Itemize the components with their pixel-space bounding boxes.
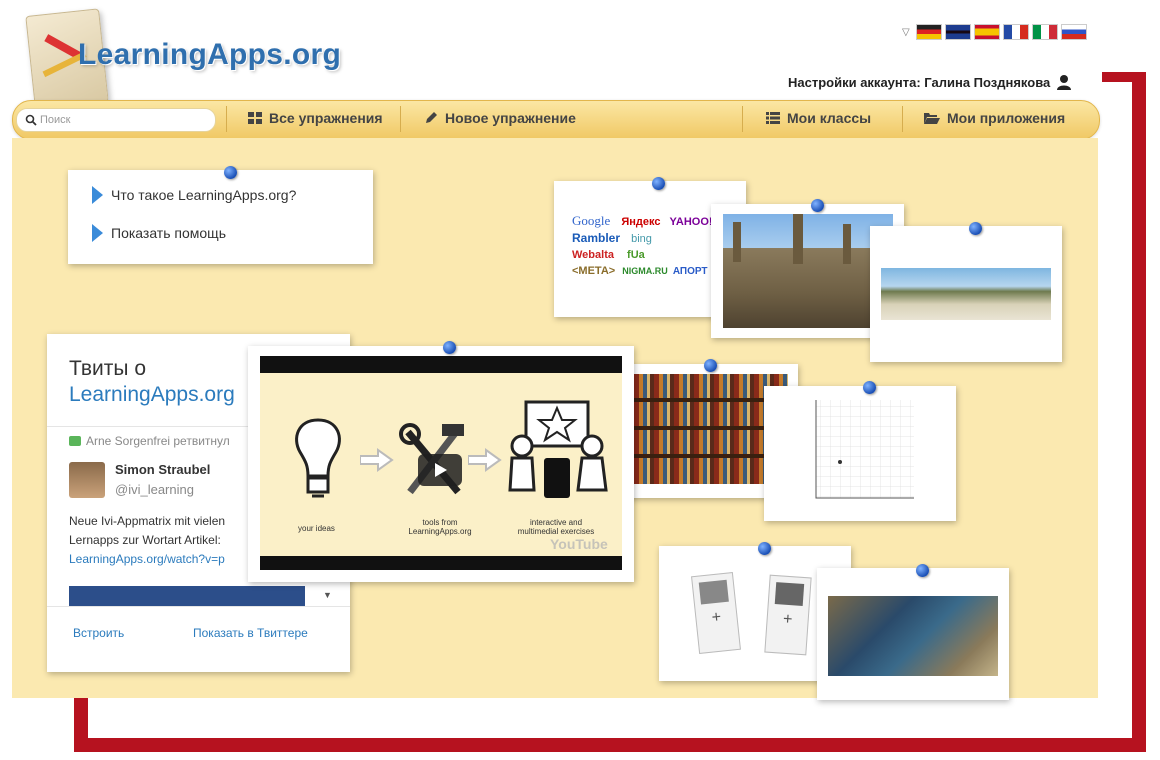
nav-new-exercise[interactable]: Новое упражнение (424, 110, 576, 126)
search-input[interactable]: Поиск (16, 108, 216, 132)
what-is-link[interactable]: Что такое LearningApps.org? (92, 186, 296, 204)
language-selector[interactable]: ▽ (902, 24, 1087, 40)
pin-icon (863, 381, 876, 394)
logo-rambler: Rambler (572, 231, 621, 245)
tweet-text-line2: Lernapps zur Wortart Artikel: (69, 533, 221, 547)
logo-bing: bing (631, 233, 652, 245)
nav-my-apps-label: Мои приложения (947, 110, 1066, 126)
nav-my-classes-label: Мои классы (787, 110, 872, 126)
map-image (828, 596, 998, 676)
nav-separator (400, 106, 401, 132)
tweet-handle[interactable]: @ivi_learning (115, 482, 194, 497)
red-frame-right (1132, 72, 1146, 744)
video-player[interactable]: your ideas tools from LearningApps.org i… (260, 356, 622, 570)
video-caption-tools-1: tools from (422, 518, 458, 527)
nav-separator (226, 106, 227, 132)
logo-aport: АПОРТ (672, 266, 708, 277)
video-template-icon: + (764, 574, 812, 656)
play-button[interactable] (418, 454, 462, 486)
logo-yahoo: YAHOO! (669, 216, 713, 228)
nav-new-exercise-label: Новое упражнение (445, 110, 576, 126)
embed-link[interactable]: Встроить (73, 626, 124, 640)
de-flag-icon[interactable] (915, 24, 942, 40)
nav-my-classes[interactable]: Мои классы (766, 110, 871, 126)
play-arrow-icon (92, 186, 103, 204)
image-template-icon: + (691, 572, 741, 654)
site-logo[interactable]: LearningApps.org (78, 38, 341, 72)
show-on-twitter-link[interactable]: Показать в Твиттере (193, 626, 308, 640)
logo-nigma: NIGMA.RU (622, 266, 668, 276)
account-settings[interactable]: Настройки аккаунта: Галина Позднякова (788, 74, 1072, 90)
arrow-right-icon (468, 448, 502, 472)
children-with-tablet-icon (508, 400, 608, 498)
youtube-watermark[interactable]: YouTube (550, 536, 608, 552)
red-frame-left (74, 696, 88, 752)
show-help-label: Показать помощь (111, 225, 226, 241)
search-icon (25, 114, 37, 126)
show-help-link[interactable]: Показать помощь (92, 224, 226, 242)
en-flag-icon[interactable] (944, 24, 971, 40)
logo-yandex: Яндекс (621, 216, 661, 228)
pin-icon (758, 542, 771, 555)
red-frame-bottom (74, 738, 1146, 752)
video-caption-exercises-1: interactive and (529, 518, 583, 527)
list-icon (766, 112, 780, 124)
account-label[interactable]: Настройки аккаунта: Галина Позднякова (788, 75, 1050, 90)
map-card[interactable] (817, 568, 1009, 700)
tweet-author[interactable]: Simon Straubel (115, 462, 210, 477)
nav-all-exercises[interactable]: Все упражнения (248, 110, 383, 126)
pin-icon (443, 341, 456, 354)
logo-google: Google (572, 213, 611, 228)
coordinate-grid-card[interactable] (764, 386, 956, 521)
scroll-down-icon[interactable]: ▼ (323, 590, 332, 600)
tweets-title-line1: Твиты о (69, 357, 147, 380)
dropdown-arrow-icon[interactable]: ▽ (902, 27, 910, 38)
play-arrow-icon (92, 224, 103, 242)
nav-my-apps[interactable]: Мои приложения (924, 110, 1065, 126)
search-placeholder: Поиск (40, 114, 71, 126)
avatar[interactable] (69, 462, 105, 498)
nav-separator (902, 106, 903, 132)
video-caption-ideas: your ideas (298, 524, 335, 533)
fr-flag-icon[interactable] (1002, 24, 1029, 40)
beach-photo-card[interactable] (870, 226, 1062, 362)
pencil-icon (426, 112, 437, 123)
folder-open-icon (924, 113, 940, 124)
arrow-right-icon (360, 448, 394, 472)
help-card (68, 170, 373, 264)
it-flag-icon[interactable] (1031, 24, 1058, 40)
tweet-text-line1: Neue Ivi-Appmatrix mit vielen (69, 514, 226, 528)
logo-meta: <META> (572, 265, 616, 277)
logo-webalta: Webalta (572, 249, 614, 261)
pin-icon (811, 199, 824, 212)
retweet-label: Arne Sorgenfrei ретвитнул (86, 434, 230, 448)
pin-icon (704, 359, 717, 372)
pin-icon (969, 222, 982, 235)
pin-icon (916, 564, 929, 577)
user-icon[interactable] (1056, 74, 1072, 90)
lightbulb-icon (295, 418, 341, 498)
coordinate-grid-image (815, 400, 914, 499)
es-flag-icon[interactable] (973, 24, 1000, 40)
what-is-label: Что такое LearningApps.org? (111, 187, 297, 203)
nav-separator (742, 106, 743, 132)
ru-flag-icon[interactable] (1060, 24, 1087, 40)
tweet-link[interactable]: LearningApps.org/watch?v=p (69, 552, 225, 566)
pin-icon (224, 166, 237, 179)
nav-all-exercises-label: Все упражнения (269, 110, 383, 126)
video-caption-exercises-2: multimedial exercises (517, 527, 595, 536)
grid-icon (248, 112, 262, 124)
pin-icon (652, 177, 665, 190)
retweet-icon (69, 436, 81, 446)
logo-fua: fUa (627, 249, 645, 261)
cathedral-image (723, 214, 893, 328)
video-caption-tools-2: LearningApps.org (408, 527, 472, 536)
beach-image (881, 268, 1051, 320)
tweet-image-preview[interactable] (69, 586, 305, 606)
play-icon (435, 463, 447, 477)
tweets-title-line2[interactable]: LearningApps.org (69, 383, 235, 406)
intro-video-card[interactable]: your ideas tools from LearningApps.org i… (248, 346, 634, 582)
